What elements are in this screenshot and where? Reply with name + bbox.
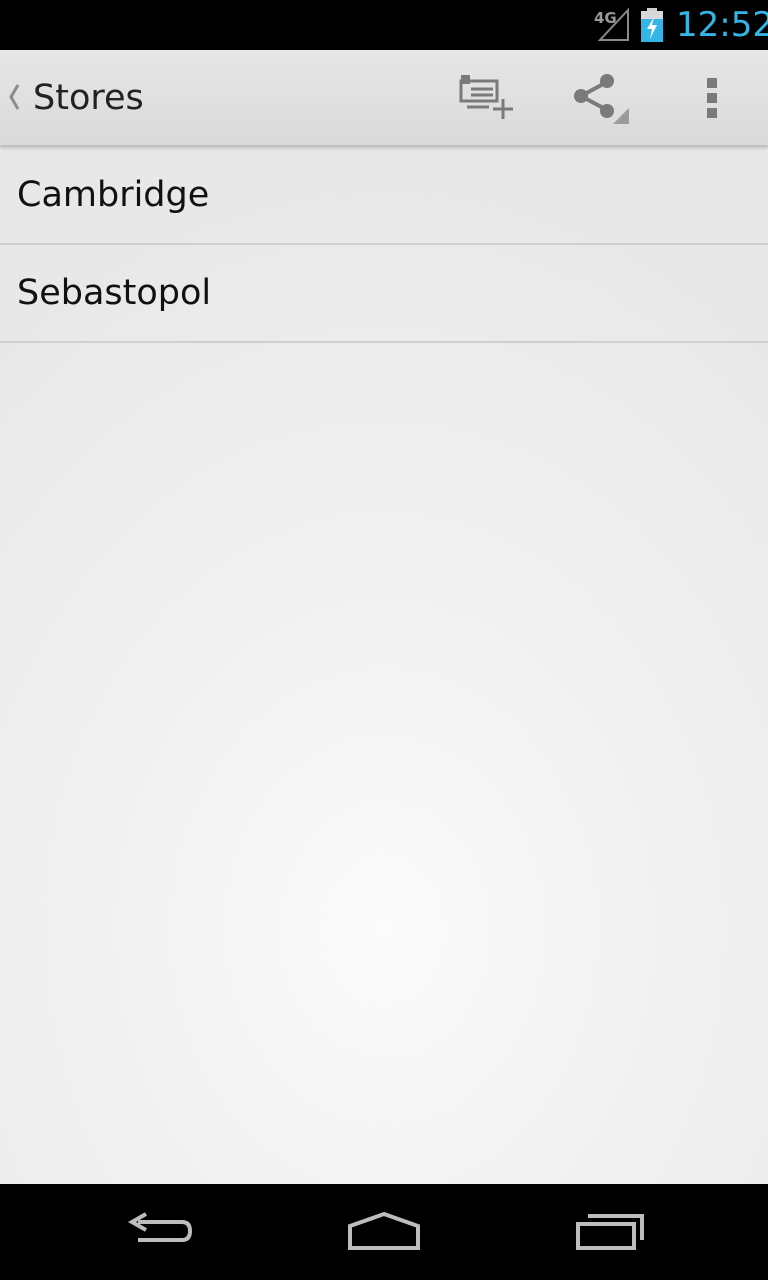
page-title[interactable]: Stores: [33, 78, 144, 118]
list-item-label: Cambridge: [17, 175, 210, 215]
overflow-menu-icon: [707, 77, 717, 118]
back-icon: [127, 1212, 193, 1242]
overflow-menu-button[interactable]: [658, 50, 768, 145]
screen: 4G 12:52 Stores Cambridge Sebastopol: [0, 0, 768, 1280]
share-button[interactable]: [546, 50, 656, 145]
status-bar: 4G 12:52: [0, 0, 768, 50]
store-list: Cambridge Sebastopol: [0, 147, 768, 343]
signal-icon: 4G: [594, 7, 629, 41]
list-item-label: Sebastopol: [17, 273, 212, 313]
recent-apps-icon: [576, 1214, 644, 1250]
navigation-bar: [0, 1184, 768, 1280]
back-button[interactable]: [90, 1184, 230, 1280]
up-navigation-caret-icon[interactable]: [6, 82, 22, 112]
battery-charging-icon: [641, 8, 663, 42]
list-item[interactable]: Cambridge: [0, 147, 768, 245]
action-bar: Stores: [0, 50, 768, 147]
share-icon: [574, 73, 629, 124]
clock: 12:52: [676, 5, 768, 45]
home-button[interactable]: [314, 1184, 454, 1280]
new-item-button[interactable]: [432, 50, 542, 145]
recent-apps-button[interactable]: [540, 1184, 680, 1280]
new-list-item-icon: [459, 74, 513, 119]
list-item[interactable]: Sebastopol: [0, 245, 768, 343]
home-icon: [348, 1212, 420, 1250]
